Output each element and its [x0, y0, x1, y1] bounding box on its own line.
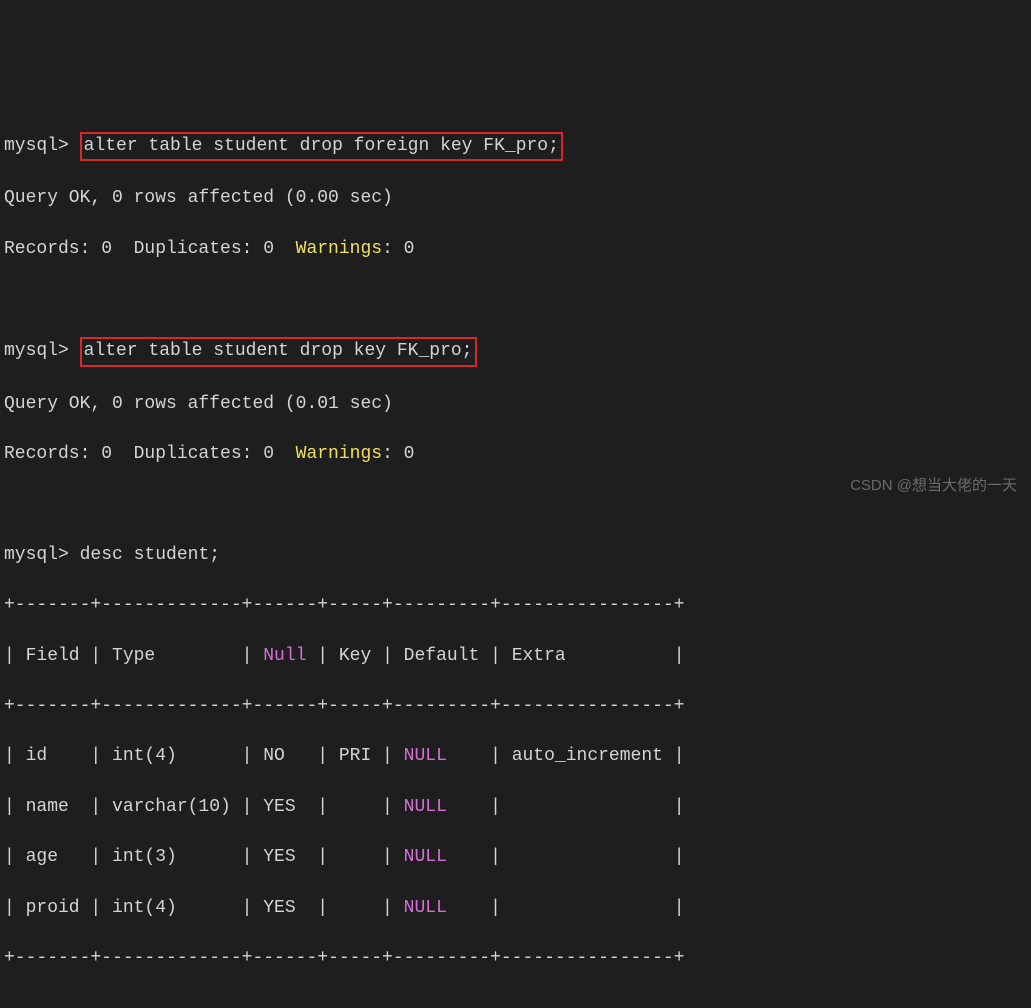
table-row: | id | int(4) | NO | PRI | NULL | auto_i… — [4, 744, 1027, 769]
records-text: Records: 0 Duplicates: 0 — [4, 239, 296, 259]
warnings-label: Warnings — [296, 239, 382, 259]
null-value: NULL — [404, 847, 447, 867]
result-line: Query OK, 0 rows affected (0.00 sec) — [4, 186, 1027, 211]
highlighted-command-2: alter table student drop key FK_pro; — [80, 337, 477, 366]
warnings-label: Warnings — [296, 444, 382, 464]
null-header: Null — [263, 646, 306, 666]
table-separator: +-------+-------------+------+-----+----… — [4, 694, 1027, 719]
terminal-output: mysql> alter table student drop foreign … — [4, 107, 1027, 1008]
prompt: mysql> — [4, 136, 80, 156]
result-line: Query OK, 0 rows affected (0.01 sec) — [4, 392, 1027, 417]
highlighted-command-1: alter table student drop foreign key FK_… — [80, 132, 563, 161]
prompt: mysql> — [4, 545, 80, 565]
warnings-count: : 0 — [382, 239, 414, 259]
command-3: desc student; — [80, 545, 220, 565]
watermark: CSDN @想当大佬的一天 — [850, 475, 1017, 496]
header-part: | Field | Type | — [4, 646, 263, 666]
records-text: Records: 0 Duplicates: 0 — [4, 444, 296, 464]
table-row: | age | int(3) | YES | | NULL | | — [4, 845, 1027, 870]
null-value: NULL — [404, 797, 447, 817]
prompt: mysql> — [4, 341, 80, 361]
table-row: | proid | int(4) | YES | | NULL | | — [4, 896, 1027, 921]
table-row: | name | varchar(10) | YES | | NULL | | — [4, 795, 1027, 820]
header-part: | Key | Default | Extra | — [306, 646, 684, 666]
null-value: NULL — [404, 898, 447, 918]
table-separator: +-------+-------------+------+-----+----… — [4, 593, 1027, 618]
table-separator: +-------+-------------+------+-----+----… — [4, 946, 1027, 971]
warnings-count: : 0 — [382, 444, 414, 464]
null-value: NULL — [404, 746, 447, 766]
